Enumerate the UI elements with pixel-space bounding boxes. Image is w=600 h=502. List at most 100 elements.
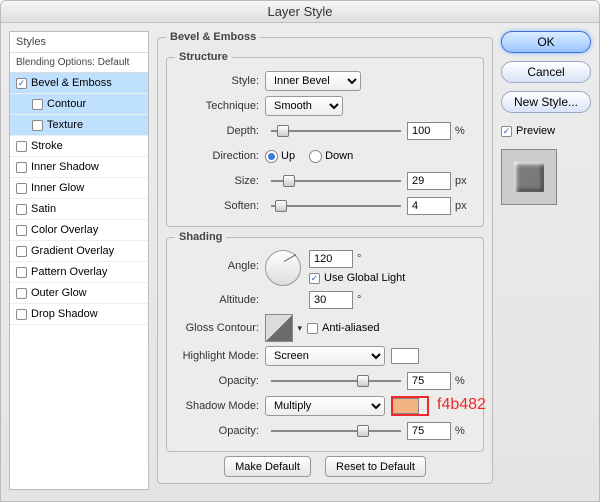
style-item-contour[interactable]: Contour [10, 94, 148, 115]
soften-label: Soften: [175, 200, 265, 212]
layer-style-dialog: Layer Style Styles Blending Options: Def… [0, 0, 600, 502]
structure-legend: Structure [175, 51, 232, 63]
shading-group: Shading Angle: ° Use Global Light [166, 231, 484, 452]
style-item-drop-shadow[interactable]: Drop Shadow [10, 304, 148, 325]
style-item-inner-shadow[interactable]: Inner Shadow [10, 157, 148, 178]
style-item-checkbox[interactable] [16, 288, 27, 299]
angle-input[interactable] [309, 250, 353, 268]
shadow-opacity-input[interactable] [407, 422, 451, 440]
style-item-label: Color Overlay [31, 224, 98, 236]
highlight-opacity-input[interactable] [407, 372, 451, 390]
style-item-checkbox[interactable] [16, 225, 27, 236]
style-item-checkbox[interactable] [16, 267, 27, 278]
style-item-label: Inner Glow [31, 182, 84, 194]
direction-down-radio[interactable] [309, 150, 322, 163]
make-default-button[interactable]: Make Default [224, 456, 311, 477]
size-unit: px [455, 175, 467, 187]
style-item-label: Contour [47, 98, 86, 110]
gloss-contour-label: Gloss Contour: [175, 322, 265, 334]
panel-title: Bevel & Emboss [166, 31, 260, 43]
angle-unit: ° [357, 253, 361, 265]
style-item-label: Drop Shadow [31, 308, 98, 320]
size-slider[interactable] [271, 174, 401, 188]
style-item-pattern-overlay[interactable]: Pattern Overlay [10, 262, 148, 283]
shadow-opacity-slider[interactable] [271, 424, 401, 438]
altitude-label: Altitude: [175, 294, 265, 306]
title-bar: Layer Style [1, 1, 599, 23]
style-item-bevel-emboss[interactable]: Bevel & Emboss [10, 73, 148, 94]
direction-up-radio[interactable] [265, 150, 278, 163]
style-item-checkbox[interactable] [16, 204, 27, 215]
style-item-inner-glow[interactable]: Inner Glow [10, 178, 148, 199]
direction-label: Direction: [175, 150, 265, 162]
technique-select[interactable]: Smooth [265, 96, 343, 116]
depth-unit: % [455, 125, 465, 137]
style-item-stroke[interactable]: Stroke [10, 136, 148, 157]
style-item-checkbox[interactable] [16, 183, 27, 194]
styles-list: Styles Blending Options: Default Bevel &… [9, 31, 149, 490]
size-input[interactable] [407, 172, 451, 190]
global-light-label: Use Global Light [324, 272, 405, 284]
style-item-label: Bevel & Emboss [31, 77, 112, 89]
anti-aliased-label: Anti-aliased [322, 322, 379, 334]
style-item-checkbox[interactable] [16, 309, 27, 320]
highlight-opacity-label: Opacity: [175, 375, 265, 387]
highlight-color-swatch[interactable] [391, 348, 419, 364]
style-item-outer-glow[interactable]: Outer Glow [10, 283, 148, 304]
style-item-satin[interactable]: Satin [10, 199, 148, 220]
soften-unit: px [455, 200, 467, 212]
blending-options-item[interactable]: Blending Options: Default [10, 53, 148, 73]
highlight-mode-label: Highlight Mode: [175, 350, 265, 362]
style-item-checkbox[interactable] [16, 78, 27, 89]
style-item-label: Texture [47, 119, 83, 131]
depth-input[interactable] [407, 122, 451, 140]
global-light-checkbox[interactable] [309, 273, 320, 284]
new-style-button[interactable]: New Style... [501, 91, 591, 113]
style-item-label: Outer Glow [31, 287, 87, 299]
style-item-texture[interactable]: Texture [10, 115, 148, 136]
style-item-label: Inner Shadow [31, 161, 99, 173]
cancel-button[interactable]: Cancel [501, 61, 591, 83]
reset-default-button[interactable]: Reset to Default [325, 456, 426, 477]
preview-label: Preview [516, 125, 555, 137]
highlight-mode-select[interactable]: Screen [265, 346, 385, 366]
style-item-checkbox[interactable] [16, 162, 27, 173]
depth-label: Depth: [175, 125, 265, 137]
depth-slider[interactable] [271, 124, 401, 138]
shadow-opacity-label: Opacity: [175, 425, 265, 437]
style-item-label: Pattern Overlay [31, 266, 107, 278]
style-item-checkbox[interactable] [16, 141, 27, 152]
style-item-gradient-overlay[interactable]: Gradient Overlay [10, 241, 148, 262]
style-item-label: Gradient Overlay [31, 245, 114, 257]
styles-header[interactable]: Styles [10, 32, 148, 53]
style-item-label: Satin [31, 203, 56, 215]
style-item-checkbox[interactable] [16, 246, 27, 257]
preview-thumbnail [501, 149, 557, 205]
style-label: Style: [175, 75, 265, 87]
soften-input[interactable] [407, 197, 451, 215]
bevel-emboss-group: Bevel & Emboss Structure Style: Inner Be… [157, 31, 493, 484]
shadow-opacity-unit: % [455, 425, 465, 437]
style-item-color-overlay[interactable]: Color Overlay [10, 220, 148, 241]
shadow-mode-label: Shadow Mode: [175, 400, 265, 412]
structure-group: Structure Style: Inner Bevel Technique: … [166, 51, 484, 227]
style-select[interactable]: Inner Bevel [265, 71, 361, 91]
soften-slider[interactable] [271, 199, 401, 213]
options-panel: Bevel & Emboss Structure Style: Inner Be… [157, 31, 493, 490]
style-item-label: Stroke [31, 140, 63, 152]
preview-checkbox[interactable] [501, 126, 512, 137]
shadow-mode-select[interactable]: Multiply [265, 396, 385, 416]
altitude-input[interactable] [309, 291, 353, 309]
angle-label: Angle: [175, 250, 265, 272]
technique-label: Technique: [175, 100, 265, 112]
style-item-checkbox[interactable] [32, 99, 43, 110]
direction-down-label: Down [325, 150, 353, 162]
gloss-contour-picker[interactable]: ▾ [265, 314, 293, 342]
anti-aliased-checkbox[interactable] [307, 323, 318, 334]
ok-button[interactable]: OK [501, 31, 591, 53]
angle-dial[interactable] [265, 250, 301, 286]
shading-legend: Shading [175, 231, 226, 243]
highlight-opacity-slider[interactable] [271, 374, 401, 388]
shadow-color-swatch[interactable] [391, 398, 419, 414]
style-item-checkbox[interactable] [32, 120, 43, 131]
